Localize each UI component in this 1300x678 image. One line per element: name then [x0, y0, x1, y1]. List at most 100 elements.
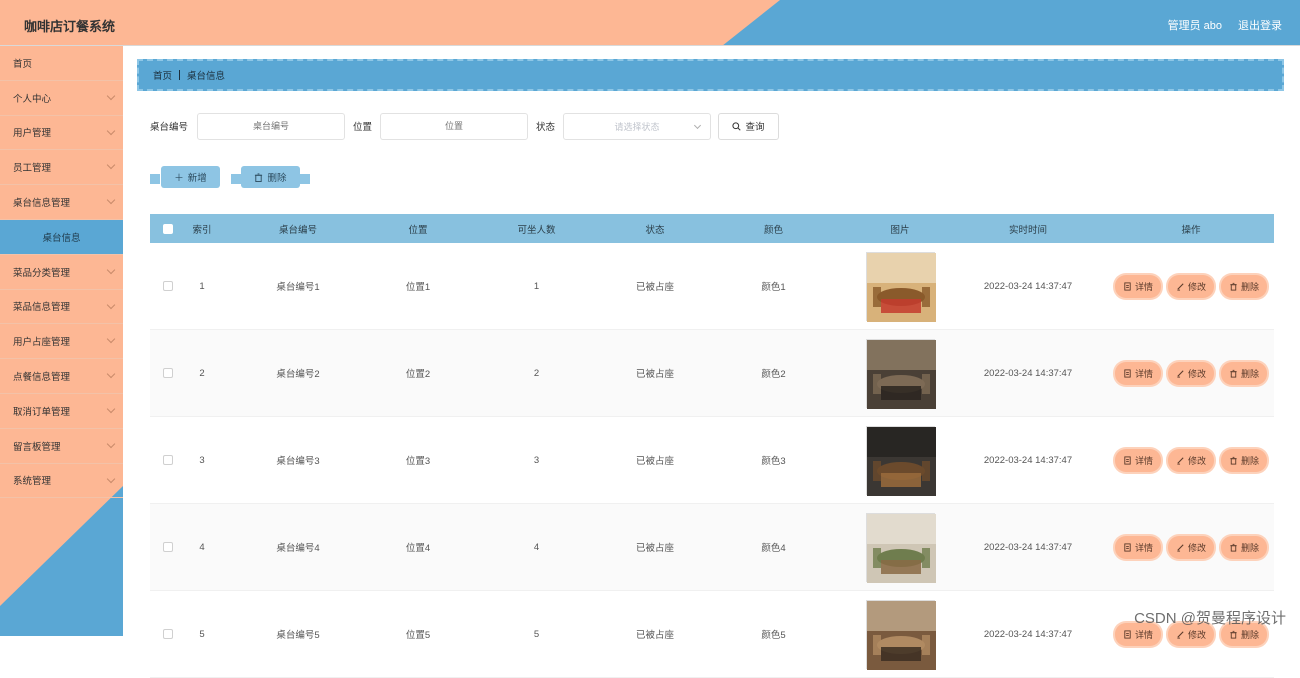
detail-button[interactable]: 详情 [1115, 275, 1161, 298]
photo-cell [852, 513, 948, 582]
sidebar-item[interactable]: 菜品分类管理 [0, 255, 123, 290]
table-no-input[interactable] [197, 113, 345, 140]
delete-button[interactable]: 删除 [1221, 362, 1267, 385]
detail-button[interactable]: 详情 [1115, 536, 1161, 559]
color-cell: 颜色3 [695, 453, 852, 467]
sidebar-item[interactable]: 取消订单管理 [0, 394, 123, 429]
position-cell: 位置1 [378, 279, 458, 293]
sidebar-item[interactable]: 菜品信息管理 [0, 290, 123, 325]
column-header: 图片 [852, 222, 948, 236]
row-select-cell [150, 542, 186, 552]
row-checkbox[interactable] [163, 368, 173, 378]
table-photo[interactable] [866, 252, 935, 321]
row-checkbox[interactable] [163, 542, 173, 552]
position-cell: 位置4 [378, 540, 458, 554]
time-cell: 2022-03-24 14:37:47 [948, 368, 1108, 379]
time-cell: 2022-03-24 14:37:47 [948, 542, 1108, 553]
table-no-cell: 桌台编号5 [218, 627, 378, 641]
seats-cell: 5 [458, 629, 615, 640]
sidebar-item[interactable]: 桌台信息 [0, 220, 123, 255]
logout-link[interactable]: 退出登录 [1238, 17, 1282, 33]
chevron-down-icon [107, 474, 115, 482]
batch-delete-button[interactable]: 删除 [241, 166, 300, 188]
edit-button[interactable]: 修改 [1168, 275, 1214, 298]
table-body: 1桌台编号1位置11已被占座颜色12022-03-24 14:37:47详情修改… [150, 243, 1274, 678]
color-cell: 颜色5 [695, 627, 852, 641]
edit-button[interactable]: 修改 [1168, 362, 1214, 385]
query-button-label: 查询 [745, 119, 764, 133]
row-checkbox[interactable] [163, 455, 173, 465]
index-cell: 2 [186, 368, 218, 379]
sidebar-item[interactable]: 留言板管理 [0, 429, 123, 464]
table-photo[interactable] [866, 339, 935, 408]
index-cell: 1 [186, 281, 218, 292]
detail-button[interactable]: 详情 [1115, 449, 1161, 472]
edit-button[interactable]: 修改 [1168, 536, 1214, 559]
search-bar: 桌台编号 位置 状态 请选择状态 查询 [150, 112, 779, 140]
time-cell: 2022-03-24 14:37:47 [948, 455, 1108, 466]
sidebar-item-label: 用户占座管理 [13, 334, 70, 348]
delete-button[interactable]: 删除 [1221, 275, 1267, 298]
query-button[interactable]: 查询 [718, 113, 779, 140]
search-icon [732, 122, 741, 131]
table-photo-image [867, 601, 936, 670]
sidebar-item[interactable]: 用户管理 [0, 116, 123, 151]
table-no-cell: 桌台编号2 [218, 366, 378, 380]
position-input[interactable] [380, 113, 528, 140]
table-header-row: 索引桌台编号位置可坐人数状态颜色图片实时时间操作 [150, 214, 1274, 243]
document-icon [1123, 369, 1132, 378]
sidebar-item[interactable]: 点餐信息管理 [0, 359, 123, 394]
table-photo-image [867, 340, 936, 409]
select-all-checkbox[interactable] [163, 224, 173, 234]
sidebar-item[interactable]: 员工管理 [0, 150, 123, 185]
position-cell: 位置3 [378, 453, 458, 467]
trash-icon [1229, 456, 1238, 465]
row-checkbox[interactable] [163, 281, 173, 291]
document-icon [1123, 630, 1132, 639]
edit-button-label: 修改 [1188, 541, 1206, 554]
status-label: 状态 [528, 119, 563, 133]
status-select-placeholder: 请选择状态 [614, 120, 659, 133]
select-all-cell [150, 224, 186, 234]
watermark: CSDN @贺曼程序设计 [1134, 607, 1286, 628]
row-select-cell [150, 455, 186, 465]
pencil-icon [1176, 456, 1185, 465]
delete-button[interactable]: 删除 [1221, 536, 1267, 559]
breadcrumb-home[interactable]: 首页 [153, 68, 172, 82]
chevron-down-icon [107, 266, 115, 274]
sidebar-item[interactable]: 系统管理 [0, 464, 123, 499]
breadcrumb-current: 桌台信息 [187, 68, 225, 82]
detail-button[interactable]: 详情 [1115, 362, 1161, 385]
table-photo[interactable] [866, 600, 935, 669]
table-photo-image [867, 514, 936, 583]
row-select-cell [150, 281, 186, 291]
sidebar-item[interactable]: 首页 [0, 46, 123, 81]
time-cell: 2022-03-24 14:37:47 [948, 281, 1108, 292]
detail-button-label: 详情 [1135, 541, 1153, 554]
edit-button[interactable]: 修改 [1168, 449, 1214, 472]
column-header: 桌台编号 [218, 222, 378, 236]
add-button[interactable]: ＋ 新增 [161, 166, 220, 188]
position-cell: 位置5 [378, 627, 458, 641]
table-no-cell: 桌台编号3 [218, 453, 378, 467]
chevron-down-icon [694, 121, 701, 128]
column-header: 可坐人数 [458, 222, 615, 236]
table-row: 5桌台编号5位置55已被占座颜色52022-03-24 14:37:47详情修改… [150, 591, 1274, 678]
chevron-down-icon [107, 196, 115, 204]
pencil-icon [1176, 630, 1185, 639]
sidebar-item-label: 用户管理 [13, 125, 51, 139]
row-checkbox[interactable] [163, 629, 173, 639]
sidebar-item[interactable]: 桌台信息管理 [0, 185, 123, 220]
table-no-cell: 桌台编号4 [218, 540, 378, 554]
sidebar-item[interactable]: 用户占座管理 [0, 324, 123, 359]
color-cell: 颜色4 [695, 540, 852, 554]
sidebar-item[interactable]: 个人中心 [0, 81, 123, 116]
admin-user-label[interactable]: 管理员 abo [1168, 17, 1222, 33]
status-select[interactable]: 请选择状态 [563, 113, 711, 140]
status-cell: 已被占座 [615, 366, 695, 380]
delete-button[interactable]: 删除 [1221, 449, 1267, 472]
table-photo[interactable] [866, 513, 935, 582]
position-cell: 位置2 [378, 366, 458, 380]
table-photo[interactable] [866, 426, 935, 495]
position-label: 位置 [345, 119, 380, 133]
